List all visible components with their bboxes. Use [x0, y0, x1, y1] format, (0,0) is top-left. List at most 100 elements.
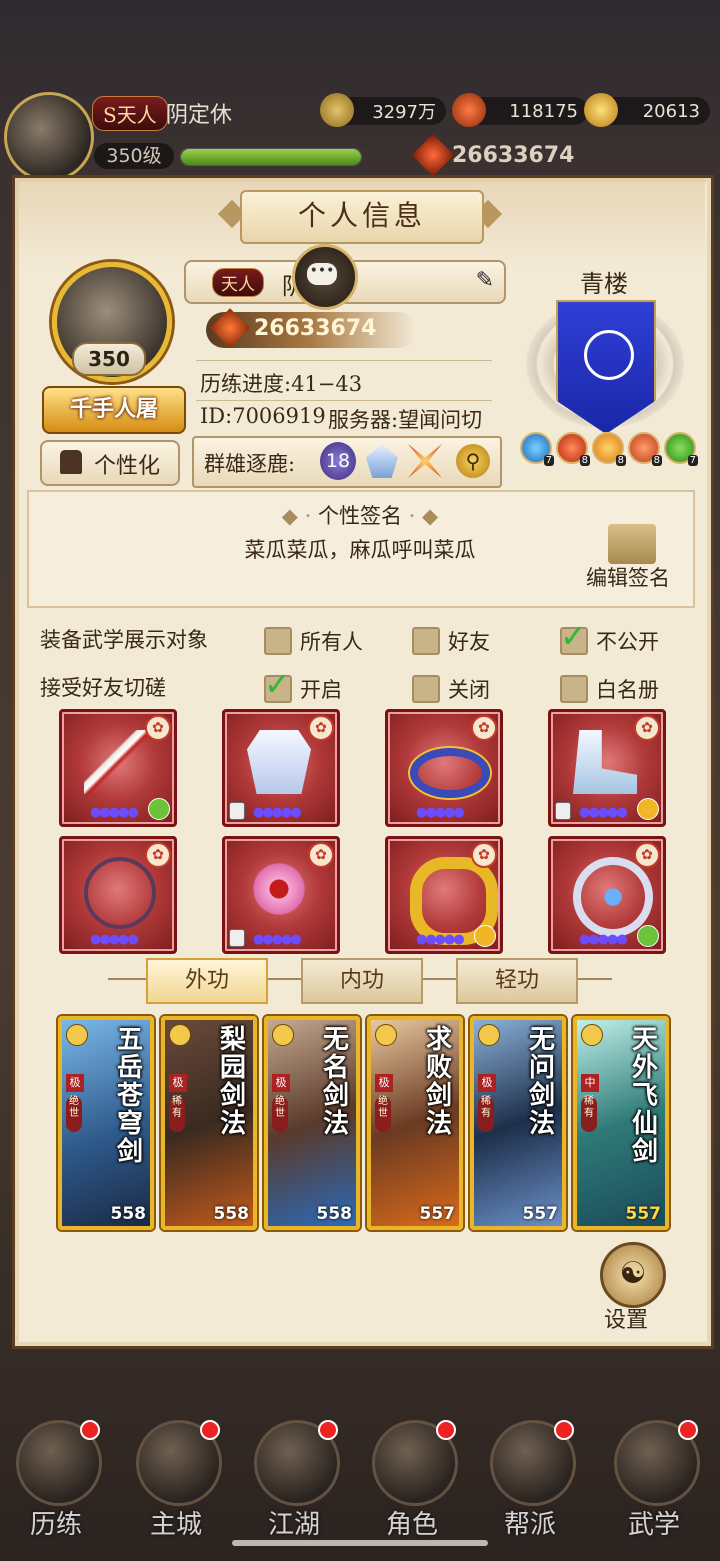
gem-level: 7: [543, 455, 554, 466]
lock-icon: [229, 929, 245, 947]
robe-icon: [247, 730, 311, 794]
skill-card[interactable]: 极 绝世 无名剑法 558: [264, 1016, 360, 1230]
guild-gem-4-icon: 8: [628, 432, 662, 466]
gold-resource[interactable]: 20613: [584, 93, 710, 127]
skill-level: 557: [625, 1204, 662, 1224]
skill-level: 558: [213, 1204, 250, 1224]
flower-mark-icon: ✿: [145, 715, 171, 741]
chat-dots: •••: [307, 263, 337, 285]
home-indicator[interactable]: [232, 1540, 488, 1546]
checkbox-all[interactable]: [264, 627, 292, 655]
nav-city[interactable]: 主城: [126, 1420, 226, 1540]
crossed-swords-icon[interactable]: [408, 444, 442, 478]
heading-ornament: ◆ ·: [281, 504, 312, 528]
skill-name: 梨园剑法: [219, 1025, 246, 1139]
edit-signature-button[interactable]: 编辑签名: [586, 562, 670, 592]
equip-slot-robe[interactable]: ✿ ●●●●●: [222, 709, 340, 827]
skill-card[interactable]: 极 绝世 求败剑法 557: [367, 1016, 463, 1230]
divider: [196, 360, 492, 361]
checkbox-spar-off[interactable]: [412, 675, 440, 703]
chat-bubble-icon[interactable]: •••: [292, 244, 358, 310]
nav-guild[interactable]: 帮派: [480, 1420, 580, 1540]
notification-dot: [678, 1420, 698, 1440]
skill-card[interactable]: 中 稀有 天外飞仙剑 557: [573, 1016, 669, 1230]
edit-name-icon[interactable]: ✎: [476, 268, 494, 293]
top-level: 350级: [94, 143, 174, 169]
nav-character[interactable]: 角色: [362, 1420, 462, 1540]
search-icon[interactable]: ⚲: [456, 444, 490, 478]
nav-martial-arts[interactable]: 武学: [604, 1420, 704, 1540]
tab-outer-skill[interactable]: 外功: [146, 958, 268, 1004]
checkbox-spar-on[interactable]: [264, 665, 292, 703]
star-dots: ●●●●●: [579, 805, 628, 820]
panel-power: 26633674: [254, 316, 377, 341]
gem-level: 8: [651, 455, 662, 466]
skill-level: 557: [419, 1204, 456, 1224]
boots-icon: [573, 730, 637, 794]
skill-rank: 绝世: [66, 1096, 82, 1132]
guild-gem-2-icon: 8: [556, 432, 590, 466]
name-tag-pill: 天人: [212, 268, 264, 297]
arena-label: 群雄逐鹿:: [204, 452, 296, 476]
equip-slot-necklace[interactable]: ✿ ●●●●●: [59, 836, 177, 954]
signature-text: 菜瓜菜瓜，麻瓜呼叫菜瓜: [244, 538, 476, 562]
skill-name: 无名剑法: [322, 1025, 349, 1139]
coin-resource[interactable]: 3297万: [320, 93, 446, 127]
pin-icon: [375, 1024, 397, 1046]
nav-label: 武学: [627, 1510, 680, 1540]
equip-slot-belt[interactable]: ✿ ●●●●●: [385, 709, 503, 827]
link-icon: [148, 798, 170, 820]
flower-mark-icon: ✿: [308, 842, 334, 868]
equip-slot-hairpin[interactable]: ✿ ●●●●●: [222, 836, 340, 954]
gem-icon: [452, 93, 486, 127]
nav-training[interactable]: 历练: [6, 1420, 106, 1540]
notification-dot: [554, 1420, 574, 1440]
flower-mark-icon: ✿: [471, 842, 497, 868]
server-name: 服务器:望闻问切: [328, 408, 483, 432]
equip-slot-boots[interactable]: ✿ ●●●●●: [548, 709, 666, 827]
skill-rank: 稀有: [581, 1096, 597, 1132]
yin-yang-settings-icon[interactable]: ☯: [600, 1242, 666, 1308]
progress-text: 历练进度:41−43: [200, 372, 363, 396]
equip-slot-ring[interactable]: ✿ ●●●●●: [548, 836, 666, 954]
skill-card[interactable]: 极 稀有 梨园剑法 558: [161, 1016, 257, 1230]
tab-lightness-skill[interactable]: 轻功: [456, 958, 578, 1004]
title-badge[interactable]: 千手人屠: [42, 386, 186, 434]
power-icon-panel: [210, 308, 250, 348]
top-player-tag: S天人: [92, 96, 168, 131]
trident-icon[interactable]: [366, 444, 398, 478]
settings-button[interactable]: 设置: [604, 1302, 648, 1334]
sword-icon: [84, 730, 148, 794]
equip-slot-bracelet[interactable]: ✿ ●●●●●: [385, 836, 503, 954]
skill-card[interactable]: 极 稀有 无问剑法 557: [470, 1016, 566, 1230]
skill-card[interactable]: 极 绝世 五岳苍穹剑 558: [58, 1016, 154, 1230]
equip-slot-weapon[interactable]: ✿ ●●●●●: [59, 709, 177, 827]
pin-icon: [272, 1024, 294, 1046]
scroll-edit-icon[interactable]: [608, 524, 656, 564]
gem-level: 8: [615, 455, 626, 466]
skill-tier: 极: [66, 1074, 84, 1092]
star-dots: ●●●●●: [90, 805, 139, 820]
tier-tag: 天人: [116, 103, 157, 127]
checkbox-private[interactable]: [560, 617, 588, 655]
flower-mark-icon: ✿: [471, 715, 497, 741]
power-display: 26633674: [206, 308, 416, 348]
tab-inner-skill[interactable]: 内功: [301, 958, 423, 1004]
customize-button[interactable]: 个性化: [40, 440, 180, 486]
gem-resource[interactable]: 118175: [452, 93, 588, 127]
option-private-label: 不公开: [596, 630, 659, 654]
panel-title: 个人信息: [240, 190, 484, 244]
arena-rank-badge[interactable]: 18: [320, 442, 356, 480]
top-avatar[interactable]: [4, 92, 94, 182]
ring-icon: [573, 857, 653, 937]
star-dots: ●●●●●: [253, 932, 302, 947]
guild-name: 青楼: [580, 270, 628, 298]
nav-jianghu[interactable]: 江湖: [244, 1420, 344, 1540]
guild-crest: [584, 330, 634, 380]
notification-dot: [80, 1420, 100, 1440]
checkbox-whitelist[interactable]: [560, 675, 588, 703]
skill-name: 无问剑法: [528, 1025, 555, 1139]
avatar-level: 350: [72, 342, 146, 376]
skill-tier: 中: [581, 1074, 599, 1092]
checkbox-friends[interactable]: [412, 627, 440, 655]
